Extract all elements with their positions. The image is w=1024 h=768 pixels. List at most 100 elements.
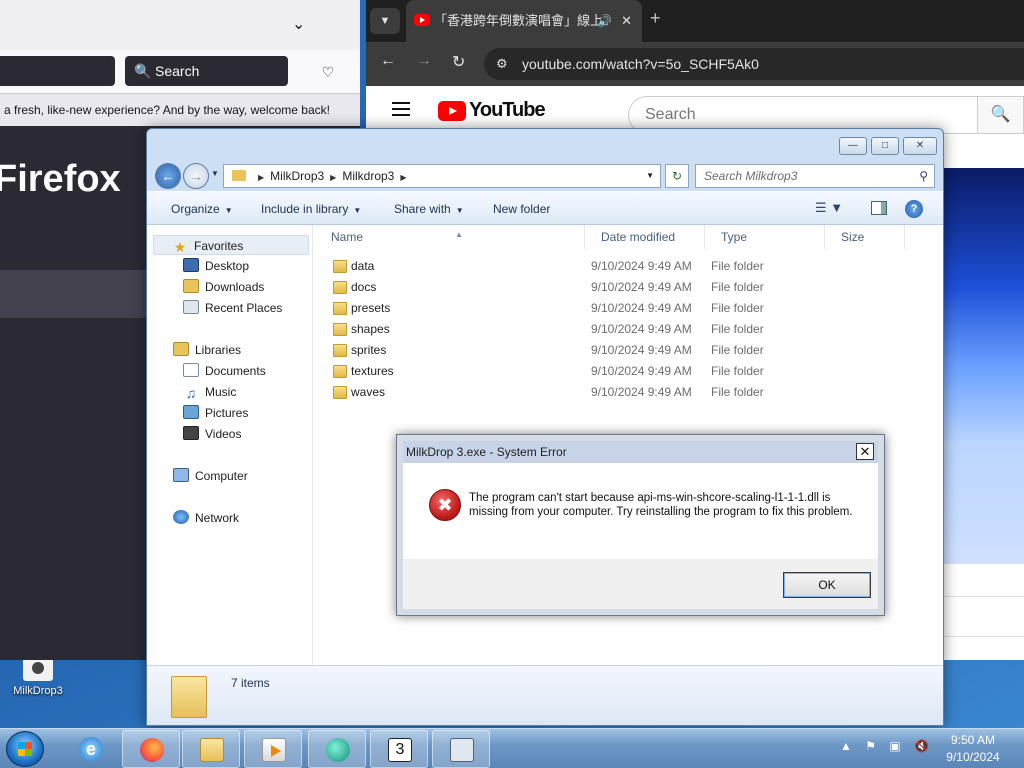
- taskbar-chrome[interactable]: [308, 730, 366, 768]
- file-type: File folder: [711, 322, 764, 336]
- desktop-shortcut-milkdrop3[interactable]: MilkDrop3: [2, 657, 74, 707]
- clock[interactable]: 9:50 AM 9/10/2024: [928, 732, 1018, 766]
- nav-item-libraries[interactable]: Libraries: [173, 340, 241, 360]
- file-row-sprites[interactable]: sprites 9/10/2024 9:49 AM File folder: [313, 340, 913, 361]
- new-tab-icon[interactable]: +: [650, 8, 661, 29]
- hamburger-menu-icon[interactable]: [392, 102, 410, 116]
- speaker-icon[interactable]: 🔊: [597, 0, 612, 42]
- reload-icon[interactable]: ↻: [452, 52, 465, 72]
- close-button[interactable]: ✕: [903, 137, 937, 155]
- taskbar-app-window[interactable]: [432, 730, 490, 768]
- change-view-icon[interactable]: ☰ ▼: [815, 200, 843, 216]
- documents-icon: [183, 363, 199, 377]
- explorer-search-input[interactable]: Search Milkdrop3 ⚲: [695, 164, 935, 188]
- nav-item-network[interactable]: Network: [173, 508, 239, 528]
- taskbar-ie[interactable]: e: [62, 730, 120, 768]
- address-breadcrumb[interactable]: ▶ MilkDrop3 ▶ Milkdrop3 ▶ ▼: [223, 164, 661, 188]
- list-all-tabs-chevron-icon[interactable]: ⌄: [292, 14, 305, 34]
- tab-search-chevron-icon[interactable]: ▼: [370, 8, 400, 34]
- address-dropdown-icon[interactable]: ▼: [646, 165, 654, 187]
- show-hidden-icons-icon[interactable]: ▲: [840, 739, 852, 753]
- refresh-icon[interactable]: ↻: [665, 164, 689, 188]
- breadcrumb-separator-icon[interactable]: ▶: [258, 173, 264, 182]
- folder-icon: [333, 302, 347, 315]
- forward-button[interactable]: →: [183, 163, 209, 189]
- computer-icon: [173, 468, 189, 482]
- nav-item-recent-places[interactable]: Recent Places: [183, 298, 282, 318]
- breadcrumb-item[interactable]: MilkDrop3: [270, 169, 324, 183]
- organize-button[interactable]: Organize ▼: [171, 192, 233, 228]
- nav-item-videos[interactable]: Videos: [183, 424, 241, 444]
- breadcrumb-separator-icon[interactable]: ▶: [400, 173, 406, 182]
- file-row-docs[interactable]: docs 9/10/2024 9:49 AM File folder: [313, 277, 913, 298]
- firefox-search-placeholder: Search: [155, 63, 200, 79]
- youtube-search-button[interactable]: 🔍: [978, 96, 1024, 134]
- firefox-search-box[interactable]: 🔍 Search: [125, 56, 288, 86]
- chevron-down-icon: ▼: [224, 206, 233, 215]
- column-header-name[interactable]: Name ▲: [315, 225, 585, 249]
- firefox-toolbar: 🔍 Search ♡: [0, 50, 360, 94]
- taskbar-media-player[interactable]: [244, 730, 302, 768]
- ok-button[interactable]: OK: [783, 572, 871, 598]
- pocket-icon[interactable]: ♡: [318, 62, 338, 82]
- maximize-button[interactable]: □: [871, 137, 899, 155]
- share-with-button[interactable]: Share with ▼: [394, 192, 464, 228]
- breadcrumb-item[interactable]: Milkdrop3: [342, 169, 394, 183]
- help-icon[interactable]: ?: [905, 200, 923, 218]
- column-header-type[interactable]: Type: [705, 225, 825, 249]
- address-bar[interactable]: ⚙ youtube.com/watch?v=5o_SCHF5Ak0: [484, 48, 1024, 80]
- nav-item-downloads[interactable]: Downloads: [183, 277, 264, 297]
- preview-pane-icon[interactable]: [871, 201, 887, 215]
- file-row-presets[interactable]: presets 9/10/2024 9:49 AM File folder: [313, 298, 913, 319]
- file-row-textures[interactable]: textures 9/10/2024 9:49 AM File folder: [313, 361, 913, 382]
- explorer-title-bar[interactable]: — □ ✕: [147, 129, 943, 161]
- folder-icon: [232, 170, 246, 181]
- file-type: File folder: [711, 385, 764, 399]
- action-center-flag-icon[interactable]: ⚑: [865, 739, 876, 753]
- dialog-close-button[interactable]: ✕: [856, 443, 874, 460]
- nav-item-desktop[interactable]: Desktop: [183, 256, 249, 276]
- dialog-title-bar[interactable]: MilkDrop 3.exe - System Error ✕: [403, 441, 878, 463]
- new-folder-button[interactable]: New folder: [493, 192, 550, 226]
- file-row-shapes[interactable]: shapes 9/10/2024 9:49 AM File folder: [313, 319, 913, 340]
- video-player[interactable]: [944, 168, 1024, 564]
- nav-item-computer[interactable]: Computer: [173, 466, 248, 486]
- column-header-size[interactable]: Size: [825, 225, 905, 249]
- start-button[interactable]: [6, 731, 44, 767]
- network-icon[interactable]: ▣: [889, 739, 900, 753]
- forward-arrow-icon[interactable]: →: [416, 52, 432, 70]
- close-tab-icon[interactable]: ✕: [621, 0, 632, 42]
- internet-explorer-icon: e: [79, 737, 103, 761]
- nav-item-favorites[interactable]: ★ Favorites: [153, 235, 309, 255]
- back-arrow-icon[interactable]: ←: [380, 52, 396, 70]
- minimize-button[interactable]: —: [839, 137, 867, 155]
- dialog-footer: OK: [403, 559, 878, 609]
- dialog-title: MilkDrop 3.exe - System Error: [406, 445, 567, 459]
- taskbar-firefox[interactable]: [122, 730, 180, 768]
- firefox-url-bar[interactable]: [0, 56, 115, 86]
- include-in-library-button[interactable]: Include in library ▼: [261, 192, 361, 228]
- site-info-icon[interactable]: ⚙: [496, 48, 508, 80]
- nav-item-music[interactable]: ♫ Music: [183, 382, 237, 402]
- file-row-waves[interactable]: waves 9/10/2024 9:49 AM File folder: [313, 382, 913, 403]
- volume-muted-icon[interactable]: 🔇: [914, 739, 929, 753]
- column-header-date[interactable]: Date modified: [585, 225, 705, 249]
- navigation-pane: ★ Favorites Desktop Downloads Recent Plac…: [147, 225, 313, 665]
- explorer-search-placeholder: Search Milkdrop3: [704, 169, 798, 183]
- tab-youtube[interactable]: 「香港跨年倒數演唱會」線上 🔊 ✕: [406, 0, 642, 42]
- share-label: Share with: [394, 202, 451, 216]
- taskbar-explorer[interactable]: [182, 730, 240, 768]
- nav-item-pictures[interactable]: Pictures: [183, 403, 248, 423]
- system-tray: ▲ ⚑ ▣ 🔇: [840, 739, 939, 759]
- file-name: sprites: [351, 343, 387, 357]
- file-row-data[interactable]: data 9/10/2024 9:49 AM File folder: [313, 256, 913, 277]
- folder-icon: [333, 386, 347, 399]
- youtube-favicon-icon: [414, 14, 430, 26]
- column-label: Name: [331, 230, 364, 244]
- taskbar-app-three[interactable]: 3: [370, 730, 428, 768]
- back-button[interactable]: ←: [155, 163, 181, 189]
- recent-pages-chevron-icon[interactable]: ▼: [211, 169, 219, 178]
- nav-item-documents[interactable]: Documents: [183, 361, 266, 381]
- clock-time: 9:50 AM: [950, 733, 996, 747]
- breadcrumb-separator-icon[interactable]: ▶: [330, 173, 336, 182]
